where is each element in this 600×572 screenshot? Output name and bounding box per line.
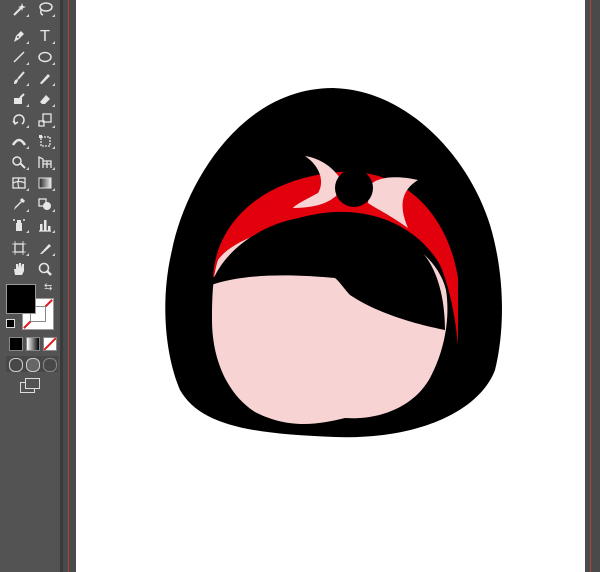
magic-wand-tool[interactable] <box>8 0 30 18</box>
eraser-icon <box>40 95 50 104</box>
scale-tool[interactable] <box>34 111 56 129</box>
shape-builder-tool[interactable] <box>8 153 30 171</box>
blend-tool[interactable] <box>34 195 56 213</box>
pencil-icon <box>40 74 50 84</box>
default-fill-stroke-icon[interactable] <box>6 319 15 328</box>
none-slash-icon <box>44 338 56 350</box>
rotate-tool[interactable] <box>8 111 30 129</box>
symbol-sprayer-tool[interactable] <box>8 216 30 234</box>
pencil-tool[interactable] <box>34 69 56 87</box>
slice-tool[interactable] <box>34 239 56 257</box>
canvas-right-pasteboard <box>585 0 600 572</box>
paintbrush-icon <box>14 71 25 84</box>
draw-modes <box>6 356 58 372</box>
draw-normal-icon[interactable] <box>9 358 23 372</box>
blob-brush-tool[interactable] <box>8 90 30 108</box>
gradient-mode-button[interactable] <box>26 337 40 351</box>
ellipse-icon <box>38 51 52 63</box>
artboard-canvas[interactable] <box>76 0 585 572</box>
gradient-icon <box>38 177 52 189</box>
none-mode-button[interactable] <box>43 337 57 351</box>
gradient-tool[interactable] <box>34 174 56 192</box>
width-icon <box>11 138 27 146</box>
tools-panel: T ⇆ <box>0 0 63 572</box>
zoom-icon <box>38 262 52 276</box>
mesh-icon <box>12 177 26 189</box>
ellipse-tool[interactable] <box>34 48 56 66</box>
artboard-guide-right <box>590 0 591 572</box>
type-tool[interactable]: T <box>34 27 56 45</box>
pen-icon <box>14 31 24 42</box>
type-icon: T <box>40 26 50 45</box>
artboard-guide-left <box>68 0 69 572</box>
change-screen-mode-button[interactable] <box>20 378 40 393</box>
eyedropper-tool[interactable] <box>8 195 30 213</box>
line-segment-tool[interactable] <box>8 48 30 66</box>
eraser-tool[interactable] <box>34 90 56 108</box>
line-icon <box>13 51 25 63</box>
artboard-tool[interactable] <box>8 239 30 257</box>
artboard-icon <box>12 241 26 255</box>
swap-fill-stroke-icon[interactable]: ⇆ <box>44 283 52 293</box>
paintbrush-tool[interactable] <box>8 69 30 87</box>
zoom-tool[interactable] <box>34 260 56 278</box>
width-tool[interactable] <box>8 132 30 150</box>
column-graph-tool[interactable] <box>34 216 56 234</box>
slice-icon <box>40 244 51 254</box>
hand-tool[interactable] <box>8 260 30 278</box>
draw-inside-icon[interactable] <box>43 358 57 372</box>
illustration[interactable] <box>76 0 585 572</box>
fill-swatch[interactable] <box>6 284 36 314</box>
blend-icon <box>38 198 51 210</box>
draw-behind-icon[interactable] <box>26 358 40 372</box>
scale-icon <box>38 113 52 127</box>
canvas-left-pasteboard <box>63 0 76 572</box>
free-transform-icon <box>39 135 51 147</box>
color-mode-button[interactable] <box>9 337 23 351</box>
lasso-tool[interactable] <box>34 0 56 18</box>
mesh-tool[interactable] <box>8 174 30 192</box>
magic-wand-icon <box>13 3 26 16</box>
shape-builder-icon <box>12 156 26 169</box>
column-graph-icon <box>39 220 51 232</box>
eyedropper-icon <box>14 197 26 210</box>
perspective-grid-tool[interactable] <box>34 153 56 171</box>
perspective-grid-icon <box>38 155 52 168</box>
symbol-sprayer-icon <box>13 219 25 231</box>
lasso-icon <box>39 2 53 16</box>
pen-tool[interactable] <box>8 27 30 45</box>
hand-icon <box>14 263 24 275</box>
free-transform-tool[interactable] <box>34 132 56 150</box>
bow-knot[interactable] <box>335 169 373 207</box>
rotate-icon <box>12 114 25 126</box>
blob-brush-icon <box>14 93 25 104</box>
